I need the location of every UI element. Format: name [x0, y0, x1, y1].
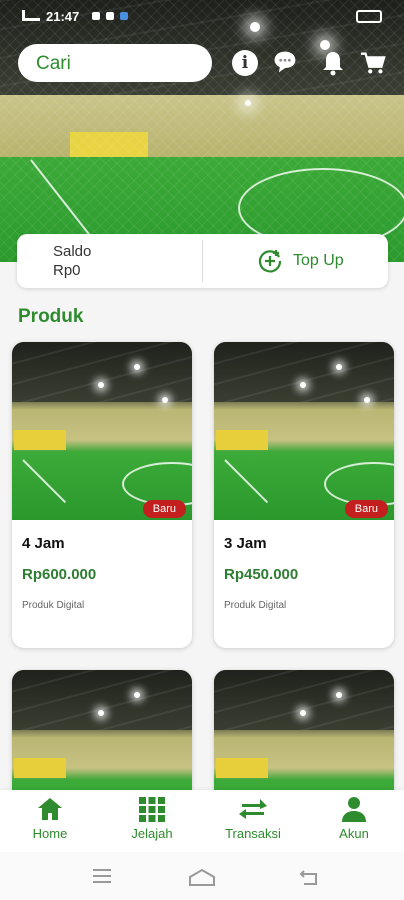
home-icon	[38, 798, 62, 820]
nav-transaksi[interactable]: Transaksi	[203, 796, 303, 841]
bottom-navigation: Home Jelajah Transaksi Akun	[0, 790, 404, 852]
search-placeholder: Cari	[36, 53, 71, 74]
product-type: Produk Digital	[22, 600, 85, 611]
app-notification-icon	[120, 12, 128, 20]
nav-jelajah-label: Jelajah	[131, 826, 173, 841]
status-bar: 21:47	[0, 0, 404, 32]
balance-label: Saldo	[53, 243, 92, 260]
new-badge: Baru	[344, 500, 388, 518]
nav-akun[interactable]: Akun	[304, 796, 404, 841]
menu-icon[interactable]	[92, 868, 112, 884]
product-card[interactable]	[214, 670, 394, 800]
product-image	[214, 670, 394, 800]
topup-button[interactable]: Top Up	[257, 248, 344, 274]
home-button-icon[interactable]	[188, 868, 216, 886]
add-circle-icon	[258, 250, 282, 273]
product-price: Rp600.000	[22, 566, 97, 583]
system-navigation-bar	[0, 852, 404, 900]
product-name: 3 Jam	[224, 535, 267, 552]
chat-icon[interactable]	[272, 49, 298, 75]
grid-icon	[139, 797, 165, 822]
topup-label: Top Up	[293, 252, 344, 269]
nav-home-label: Home	[32, 826, 68, 841]
product-card[interactable]	[12, 670, 192, 800]
product-card[interactable]: Baru 3 Jam Rp450.000 Produk Digital	[214, 342, 394, 648]
balance-amount: Rp0	[53, 262, 81, 279]
product-type: Produk Digital	[224, 600, 287, 611]
user-icon	[342, 797, 366, 822]
notification-icon	[92, 12, 100, 20]
cart-icon[interactable]	[360, 50, 386, 76]
product-image	[12, 670, 192, 800]
nav-akun-label: Akun	[339, 826, 369, 841]
nav-home[interactable]: Home	[0, 796, 100, 841]
back-icon[interactable]	[298, 868, 320, 886]
nav-transaksi-label: Transaksi	[225, 826, 281, 841]
signal-icon	[22, 10, 40, 21]
divider	[202, 240, 203, 282]
notification-icon	[106, 12, 114, 20]
product-image	[12, 342, 192, 520]
search-input[interactable]: Cari	[18, 44, 212, 82]
product-image	[214, 342, 394, 520]
bell-icon[interactable]	[320, 50, 346, 76]
section-title: Produk	[18, 306, 84, 327]
nav-jelajah[interactable]: Jelajah	[102, 796, 202, 841]
product-name: 4 Jam	[22, 535, 65, 552]
balance-card: Saldo Rp0 Top Up	[17, 234, 388, 288]
product-card[interactable]: Baru 4 Jam Rp600.000 Produk Digital	[12, 342, 192, 648]
product-price: Rp450.000	[224, 566, 299, 583]
battery-icon	[356, 10, 382, 23]
status-time: 21:47	[46, 9, 80, 24]
hero-banner-image	[0, 0, 404, 262]
transfer-icon	[239, 799, 267, 819]
info-icon[interactable]: i	[232, 50, 258, 76]
new-badge: Baru	[142, 500, 186, 518]
